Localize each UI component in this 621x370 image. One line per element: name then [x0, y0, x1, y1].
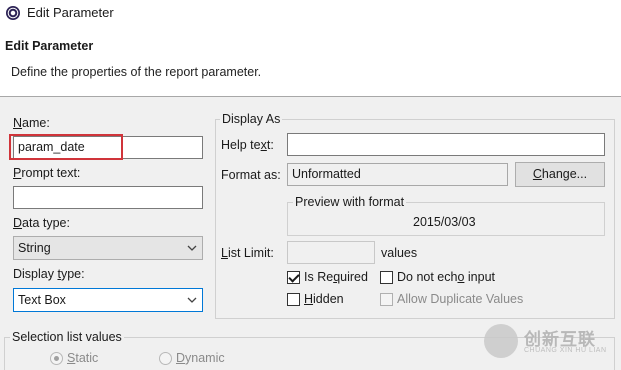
data-type-label: Data type:: [13, 216, 70, 230]
dynamic-radio[interactable]: [159, 352, 172, 365]
window-title: Edit Parameter: [27, 5, 114, 20]
list-limit-input[interactable]: [287, 241, 375, 264]
is-required-checkbox[interactable]: [287, 271, 300, 284]
do-not-echo-checkbox[interactable]: [380, 271, 393, 284]
name-label: Name:: [13, 116, 50, 130]
display-as-title: Display As: [220, 112, 283, 126]
list-limit-label: List Limit:: [221, 246, 274, 260]
help-text-label: Help text:: [221, 138, 274, 152]
display-type-select[interactable]: Text Box: [13, 288, 203, 312]
preview-title: Preview with format: [293, 195, 407, 209]
chevron-down-icon: [187, 245, 197, 251]
change-format-button[interactable]: Change...: [515, 162, 605, 187]
selection-list-title: Selection list values: [10, 330, 124, 344]
list-limit-unit: values: [381, 246, 418, 260]
title-bar: Edit Parameter: [0, 0, 621, 26]
hidden-checkbox[interactable]: [287, 293, 300, 306]
dialog-header: Edit Parameter Define the properties of …: [0, 26, 621, 96]
name-input[interactable]: param_date: [13, 136, 203, 159]
data-type-value: String: [18, 241, 51, 255]
help-text-input[interactable]: [287, 133, 605, 156]
chevron-down-icon: [187, 297, 197, 303]
header-title: Edit Parameter: [5, 39, 94, 53]
allow-duplicates-checkbox[interactable]: [380, 293, 393, 306]
format-as-label: Format as:: [221, 168, 281, 182]
static-radio[interactable]: [50, 352, 63, 365]
watermark-icon: [484, 324, 518, 358]
static-label: Static: [67, 351, 99, 365]
allow-duplicates-label: Allow Duplicate Values: [397, 292, 524, 306]
hidden-label: Hidden: [304, 292, 344, 306]
prompt-text-input[interactable]: [13, 186, 203, 209]
is-required-label: Is Required: [304, 270, 368, 284]
display-type-value: Text Box: [18, 293, 66, 307]
watermark-subtext: CHUANG XIN HU LIAN: [524, 347, 607, 354]
eclipse-icon: [6, 6, 20, 20]
display-type-label: Display type:: [13, 267, 85, 281]
header-separator: [0, 96, 621, 97]
watermark-logo: 创新互联 CHUANG XIN HU LIAN: [484, 322, 618, 362]
data-type-select[interactable]: String: [13, 236, 203, 260]
dynamic-label: Dynamic: [176, 351, 225, 365]
header-description: Define the properties of the report para…: [11, 65, 262, 79]
prompt-text-label: Prompt text:: [13, 166, 81, 180]
preview-value: 2015/03/03: [413, 215, 476, 229]
format-as-field: Unformatted: [287, 163, 508, 186]
do-not-echo-label: Do not echo input: [397, 270, 496, 284]
